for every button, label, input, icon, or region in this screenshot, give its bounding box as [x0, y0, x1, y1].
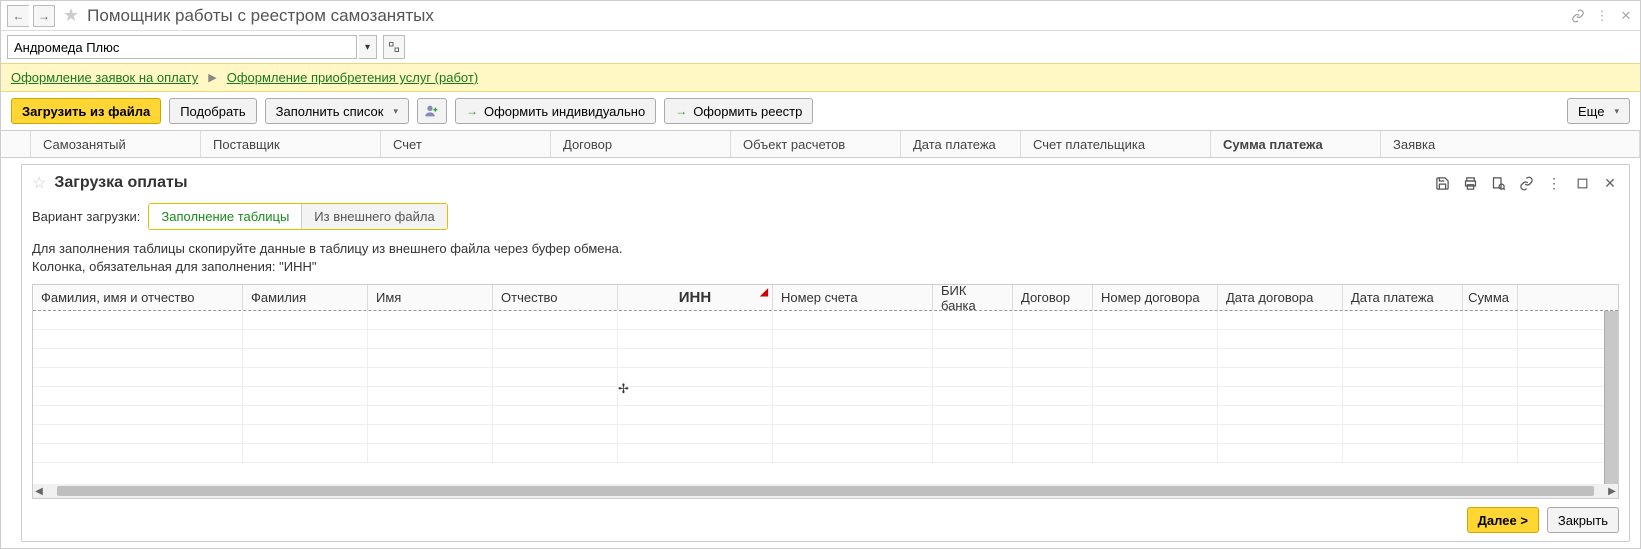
grid-header-cell[interactable]: Номер счета [773, 285, 933, 310]
grid-header-cell[interactable]: Фамилия [243, 285, 368, 310]
data-grid[interactable]: Фамилия, имя и отчествоФамилияИмяОтчеств… [32, 284, 1619, 499]
horizontal-scrollbar[interactable]: ◀▶ [33, 484, 1618, 498]
grid-header-cell[interactable]: Сумма [1463, 285, 1518, 310]
arrow-right-icon: → [675, 104, 687, 118]
grid-header-cell[interactable]: ИНН◢ [618, 285, 773, 310]
favorite-star-icon[interactable]: ★ [63, 5, 79, 26]
maximize-icon[interactable] [1573, 174, 1591, 192]
col-contract[interactable]: Договор [551, 131, 731, 157]
organization-open-button[interactable] [383, 35, 405, 59]
load-from-file-button[interactable]: Загрузить из файла [11, 98, 161, 124]
table-row[interactable] [33, 330, 1618, 349]
close-button[interactable]: Закрыть [1547, 507, 1619, 533]
registry-button[interactable]: →Оформить реестр [664, 98, 813, 124]
fill-list-button[interactable]: Заполнить список [265, 98, 409, 124]
kebab-menu-icon[interactable]: ⋮ [1545, 174, 1563, 192]
seg-fill-table[interactable]: Заполнение таблицы [149, 204, 302, 229]
preview-icon[interactable] [1489, 174, 1507, 192]
favorite-star-icon[interactable]: ☆ [32, 173, 46, 193]
col-self-employed[interactable]: Самозанятый [31, 131, 201, 157]
main-table-header: Самозанятый Поставщик Счет Договор Объек… [1, 130, 1640, 158]
window-title: Помощник работы с реестром самозанятых [87, 6, 1566, 26]
link-icon[interactable] [1570, 8, 1586, 24]
grid-header-cell[interactable]: Номер договора [1093, 285, 1218, 310]
grid-header-cell[interactable]: Дата договора [1218, 285, 1343, 310]
vertical-scrollbar[interactable] [1604, 311, 1618, 484]
grid-header-cell[interactable]: Договор [1013, 285, 1093, 310]
seg-external-file[interactable]: Из внешнего файла [302, 204, 446, 229]
table-row[interactable] [33, 311, 1618, 330]
next-button[interactable]: Далее > [1467, 507, 1539, 533]
col-request[interactable]: Заявка [1381, 131, 1640, 157]
kebab-menu-icon[interactable]: ⋮ [1594, 8, 1610, 24]
grid-header-cell[interactable]: Имя [368, 285, 493, 310]
nav-forward-button[interactable]: → [33, 5, 55, 27]
inner-title: Загрузка оплаты [54, 174, 1425, 192]
col-account[interactable]: Счет [381, 131, 551, 157]
col-payment-amount[interactable]: Сумма платежа [1211, 131, 1381, 157]
required-marker-icon: ◢ [760, 287, 768, 298]
grid-header-cell[interactable]: БИК банка [933, 285, 1013, 310]
table-row[interactable] [33, 349, 1618, 368]
variant-segmented-control: Заполнение таблицы Из внешнего файла [148, 203, 447, 230]
more-button[interactable]: Еще [1567, 98, 1630, 124]
close-icon[interactable]: ✕ [1601, 174, 1619, 192]
col-settlement-object[interactable]: Объект расчетов [731, 131, 901, 157]
description-text: Для заполнения таблицы скопируйте данные… [32, 240, 1619, 276]
close-icon[interactable]: ✕ [1618, 8, 1634, 24]
col-payment-date[interactable]: Дата платежа [901, 131, 1021, 157]
col-supplier[interactable]: Поставщик [201, 131, 381, 157]
col-payer-account[interactable]: Счет плательщика [1021, 131, 1211, 157]
grid-header-cell[interactable]: Фамилия, имя и отчество [33, 285, 243, 310]
nav-back-button[interactable]: ← [7, 5, 29, 27]
select-button[interactable]: Подобрать [169, 98, 256, 124]
link-service-acquisition[interactable]: Оформление приобретения услуг (работ) [227, 70, 478, 85]
table-row[interactable] [33, 387, 1618, 406]
table-row[interactable] [33, 368, 1618, 387]
save-icon[interactable] [1433, 174, 1451, 192]
add-user-button[interactable] [417, 98, 447, 124]
individual-button[interactable]: →Оформить индивидуально [455, 98, 656, 124]
grid-header-cell[interactable]: Отчество [493, 285, 618, 310]
organization-input[interactable] [7, 35, 357, 59]
table-row[interactable] [33, 425, 1618, 444]
arrow-right-icon: → [466, 104, 478, 118]
grid-header-cell[interactable]: Дата платежа [1343, 285, 1463, 310]
table-row[interactable] [33, 444, 1618, 463]
variant-label: Вариант загрузки: [32, 209, 140, 224]
organization-dropdown-button[interactable]: ▾ [359, 35, 377, 59]
process-links-bar: Оформление заявок на оплату ▶ Оформление… [1, 63, 1640, 92]
table-row[interactable] [33, 406, 1618, 425]
print-icon[interactable] [1461, 174, 1479, 192]
link-icon[interactable] [1517, 174, 1535, 192]
chevron-right-icon: ▶ [208, 71, 216, 84]
link-payment-requests[interactable]: Оформление заявок на оплату [11, 70, 198, 85]
